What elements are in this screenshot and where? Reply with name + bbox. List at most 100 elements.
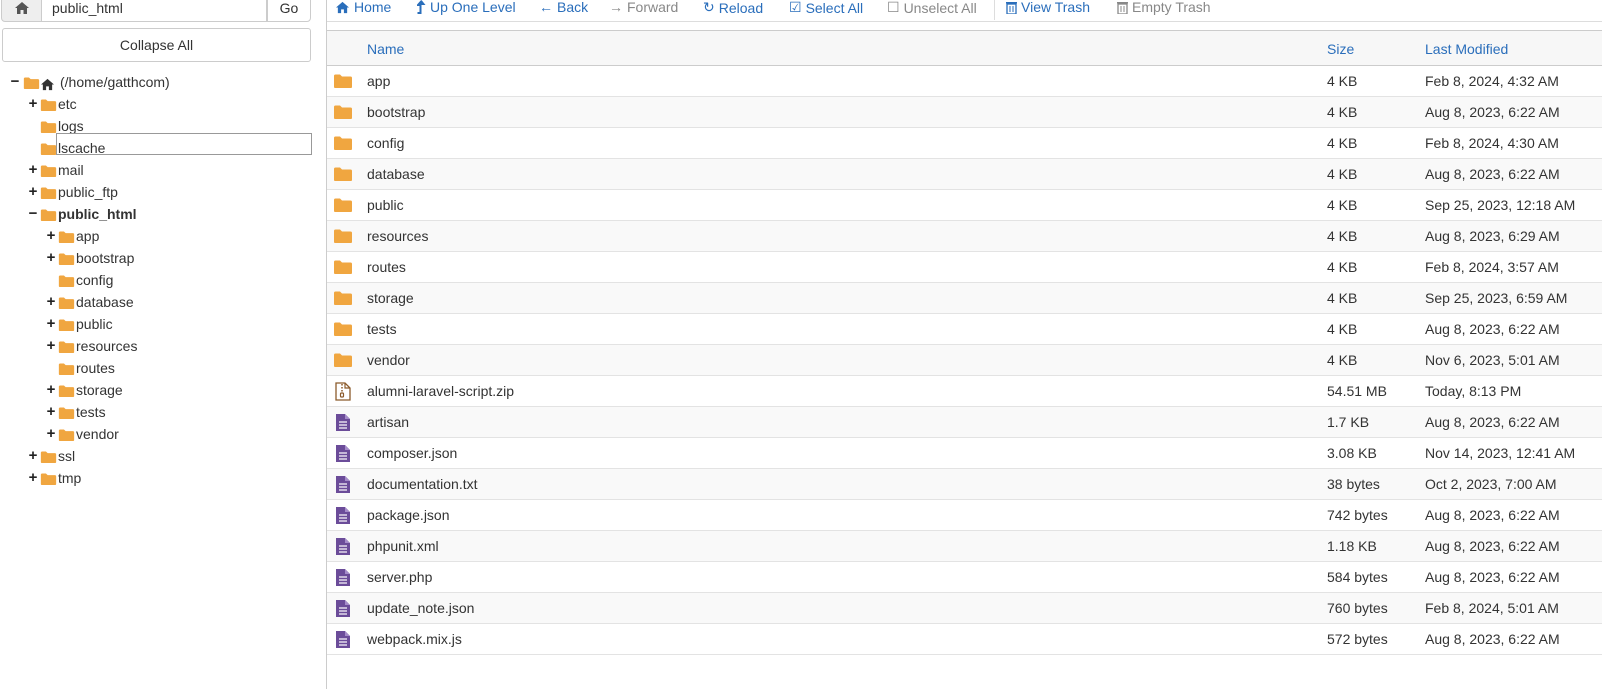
name-column-header[interactable]: Name: [367, 41, 404, 57]
file-name: database: [367, 166, 425, 182]
file-name: storage: [367, 290, 414, 306]
collapse-icon[interactable]: −: [10, 71, 20, 93]
folder-icon: [333, 290, 353, 309]
expand-icon[interactable]: +: [28, 445, 38, 467]
tree-node-mail[interactable]: + mail: [0, 159, 312, 181]
file-modified: Feb 8, 2024, 4:30 AM: [1425, 135, 1559, 151]
tree-node-tmp[interactable]: + tmp: [0, 467, 312, 489]
file-size: 1.7 KB: [1327, 414, 1370, 430]
toolbar-separator: [994, 0, 995, 20]
table-header: Name Size Last Modified: [327, 30, 1602, 66]
table-row[interactable]: webpack.mix.js 572 bytes Aug 8, 2023, 6:22…: [327, 624, 1602, 655]
select-all-button[interactable]: ☑ Select All: [789, 0, 863, 16]
back-button[interactable]: ← Back: [539, 0, 588, 15]
table-row[interactable]: routes 4 KB Feb 8, 2024, 3:57 AM: [327, 252, 1602, 283]
last-modified-column-header[interactable]: Last Modified: [1425, 41, 1508, 57]
file-size: 4 KB: [1327, 73, 1358, 89]
table-row[interactable]: artisan 1.7 KB Aug 8, 2023, 6:22 AM: [327, 407, 1602, 438]
expand-icon[interactable]: +: [46, 313, 56, 335]
file-modified: Aug 8, 2023, 6:22 AM: [1425, 507, 1560, 523]
collapse-icon[interactable]: −: [28, 203, 38, 225]
file-size: 3.08 KB: [1327, 445, 1377, 461]
up-one-level-button[interactable]: Up One Level: [417, 0, 516, 15]
table-row[interactable]: update_note.json 760 bytes Feb 8, 2024, 5:…: [327, 593, 1602, 624]
checked-box-icon: ☑: [789, 0, 802, 15]
tree-node-app[interactable]: + app: [0, 225, 312, 247]
tree-node-public-ftp[interactable]: + public_ftp: [0, 181, 312, 203]
table-row[interactable]: bootstrap 4 KB Aug 8, 2023, 6:22 AM: [327, 97, 1602, 128]
tree-node-label: public: [76, 316, 113, 332]
reload-icon: ↻: [703, 0, 715, 15]
view-trash-button[interactable]: View Trash: [1006, 0, 1090, 15]
forward-button[interactable]: → Forward: [609, 0, 678, 15]
tree-node-home-gatthcom[interactable]: − (/home/gatthcom): [0, 71, 312, 93]
tree-node-config[interactable]: config: [0, 269, 312, 291]
directory-panel: Go Collapse All −(/home/gatthcom)+etclog…: [0, 0, 312, 689]
tree-node-resources[interactable]: + resources: [0, 335, 312, 357]
table-row[interactable]: server.php 584 bytes Aug 8, 2023, 6:22 AM: [327, 562, 1602, 593]
expand-icon[interactable]: +: [46, 247, 56, 269]
file-size: 1.18 KB: [1327, 538, 1377, 554]
file-table: Name Size Last Modified app 4 KB Feb 8, 20…: [327, 30, 1602, 655]
collapse-all-button[interactable]: Collapse All: [2, 28, 311, 62]
forward-label: Forward: [627, 0, 679, 15]
expand-icon[interactable]: +: [46, 225, 56, 247]
expand-icon[interactable]: +: [46, 335, 56, 357]
table-row[interactable]: alumni-laravel-script.zip 54.51 MB Today, …: [327, 376, 1602, 407]
table-row[interactable]: tests 4 KB Aug 8, 2023, 6:22 AM: [327, 314, 1602, 345]
path-input[interactable]: [42, 0, 267, 22]
expand-icon[interactable]: +: [46, 379, 56, 401]
tree-node-bootstrap[interactable]: + bootstrap: [0, 247, 312, 269]
file-size: 4 KB: [1327, 259, 1358, 275]
home-button[interactable]: Home: [335, 0, 391, 15]
tree-node-label: vendor: [76, 426, 119, 442]
table-row[interactable]: storage 4 KB Sep 25, 2023, 6:59 AM: [327, 283, 1602, 314]
text-file-icon: [335, 475, 351, 497]
unselect-all-button[interactable]: ☐ Unselect All: [887, 0, 977, 16]
file-size: 4 KB: [1327, 104, 1358, 120]
file-name: public: [367, 197, 404, 213]
tree-node-ssl[interactable]: + ssl: [0, 445, 312, 467]
tree-node-public[interactable]: + public: [0, 313, 312, 335]
tree-node-vendor[interactable]: + vendor: [0, 423, 312, 445]
table-row[interactable]: resources 4 KB Aug 8, 2023, 6:29 AM: [327, 221, 1602, 252]
table-row[interactable]: package.json 742 bytes Aug 8, 2023, 6:22 A…: [327, 500, 1602, 531]
file-size: 760 bytes: [1327, 600, 1388, 616]
tree-node-database[interactable]: + database: [0, 291, 312, 313]
table-row[interactable]: composer.json 3.08 KB Nov 14, 2023, 12:41 …: [327, 438, 1602, 469]
tree-node-storage[interactable]: + storage: [0, 379, 312, 401]
size-column-header[interactable]: Size: [1327, 41, 1354, 57]
tree-node-routes[interactable]: routes: [0, 357, 312, 379]
tree-node-tests[interactable]: + tests: [0, 401, 312, 423]
expand-icon[interactable]: +: [46, 291, 56, 313]
file-size: 38 bytes: [1327, 476, 1380, 492]
expand-icon[interactable]: +: [28, 93, 38, 115]
reload-button[interactable]: ↻ Reload: [703, 0, 763, 16]
table-row[interactable]: config 4 KB Feb 8, 2024, 4:30 AM: [327, 128, 1602, 159]
tree-node-etc[interactable]: + etc: [0, 93, 312, 115]
expand-icon[interactable]: +: [28, 181, 38, 203]
table-row[interactable]: database 4 KB Aug 8, 2023, 6:22 AM: [327, 159, 1602, 190]
expand-icon[interactable]: +: [46, 423, 56, 445]
empty-trash-label: Empty Trash: [1132, 0, 1211, 15]
path-home-button[interactable]: [1, 0, 42, 22]
file-name: server.php: [367, 569, 433, 585]
table-row[interactable]: app 4 KB Feb 8, 2024, 4:32 AM: [327, 66, 1602, 97]
file-modified: Feb 8, 2024, 3:57 AM: [1425, 259, 1559, 275]
folder-icon: [333, 352, 353, 371]
table-row[interactable]: documentation.txt 38 bytes Oct 2, 2023, 7:…: [327, 469, 1602, 500]
expand-icon[interactable]: +: [28, 159, 38, 181]
folder-icon: [40, 471, 57, 493]
empty-trash-button[interactable]: Empty Trash: [1117, 0, 1211, 15]
table-row[interactable]: vendor 4 KB Nov 6, 2023, 5:01 AM: [327, 345, 1602, 376]
expand-icon[interactable]: +: [46, 401, 56, 423]
file-name: documentation.txt: [367, 476, 478, 492]
file-modified: Aug 8, 2023, 6:29 AM: [1425, 228, 1560, 244]
table-row[interactable]: phpunit.xml 1.18 KB Aug 8, 2023, 6:22 AM: [327, 531, 1602, 562]
table-row[interactable]: public 4 KB Sep 25, 2023, 12:18 AM: [327, 190, 1602, 221]
file-modified: Aug 8, 2023, 6:22 AM: [1425, 414, 1560, 430]
expand-icon[interactable]: +: [28, 467, 38, 489]
go-button[interactable]: Go: [267, 0, 311, 22]
tree-node-public-html[interactable]: − public_html: [0, 203, 312, 225]
text-file-icon: [335, 413, 351, 435]
